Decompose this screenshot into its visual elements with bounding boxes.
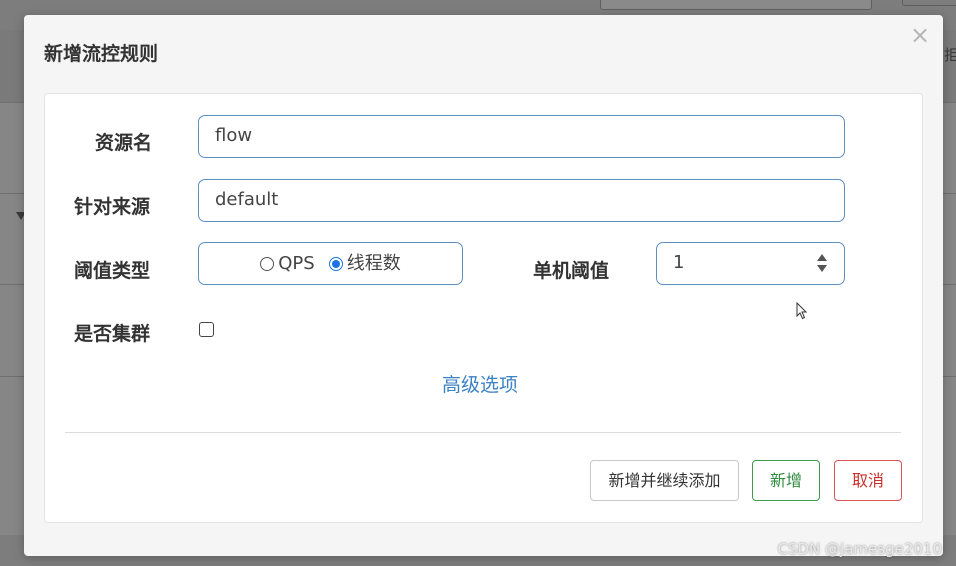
advanced-options-link[interactable]: 高级选项 [442, 370, 518, 397]
limit-app-label: 针对来源 [74, 196, 151, 218]
radio-qps[interactable] [260, 256, 275, 271]
form-card: 资源名 flow 针对来源 default 阈值类型 QPS 线程数 单机阈值 … [44, 93, 923, 523]
background-button [902, 0, 956, 6]
radio-option-thread[interactable]: 线程数 [328, 244, 401, 284]
cluster-label: 是否集群 [74, 323, 151, 345]
background-edge-text: 拒 [944, 46, 956, 64]
resource-name-input[interactable]: flow [198, 115, 845, 158]
add-button[interactable]: 新增 [752, 460, 820, 501]
form-divider [65, 432, 901, 433]
single-threshold-value: 1 [673, 252, 685, 273]
radio-thread-count[interactable] [328, 256, 343, 271]
background-search-box [600, 0, 872, 10]
spinner-down-icon[interactable] [817, 265, 827, 272]
spinner-up-icon[interactable] [817, 254, 827, 261]
threshold-type-label: 阈值类型 [74, 260, 151, 282]
number-spinner-icon[interactable] [816, 254, 828, 274]
add-flow-rule-dialog: 新增流控规则 × 资源名 flow 针对来源 default 阈值类型 QPS … [24, 15, 943, 556]
add-and-continue-button[interactable]: 新增并继续添加 [590, 460, 739, 501]
cluster-checkbox[interactable] [199, 322, 214, 337]
threshold-type-group: QPS 线程数 [198, 242, 463, 285]
single-threshold-input[interactable]: 1 [656, 242, 845, 285]
limit-app-input[interactable]: default [198, 179, 845, 222]
mouse-cursor-icon [796, 302, 808, 320]
cancel-button[interactable]: 取消 [834, 460, 902, 501]
radio-qps-label: QPS [278, 252, 315, 274]
dialog-title: 新增流控规则 [44, 43, 159, 65]
radio-thread-count-label: 线程数 [346, 252, 401, 274]
single-threshold-label: 单机阈值 [533, 260, 610, 282]
watermark: CSDN @jamesge2010 [777, 540, 942, 558]
resource-name-label: 资源名 [95, 132, 153, 154]
radio-option-qps[interactable]: QPS [260, 244, 315, 284]
close-icon[interactable]: × [909, 23, 931, 47]
